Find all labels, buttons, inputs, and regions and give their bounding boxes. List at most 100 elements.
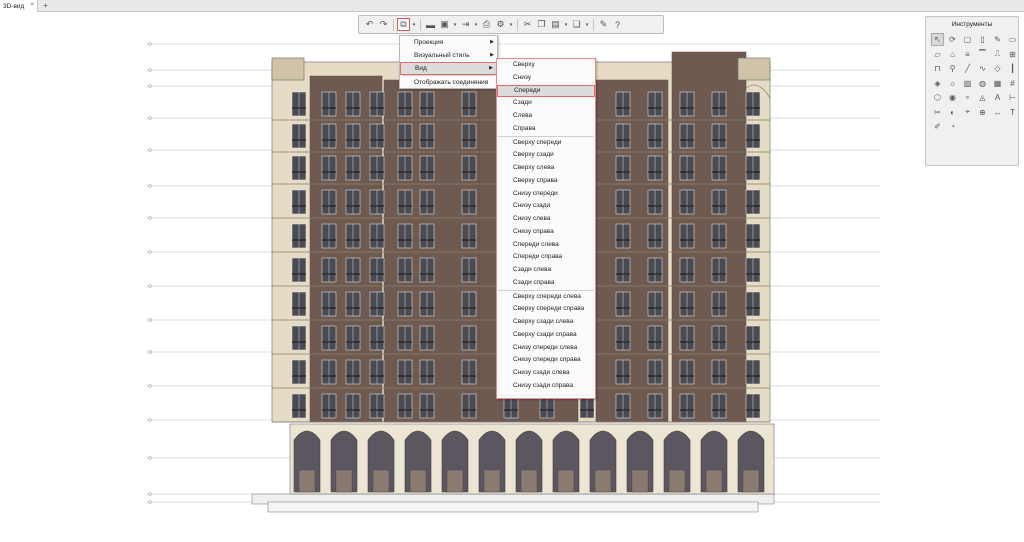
view-option[interactable]: Снизу сзади слева [497, 367, 595, 380]
dimension-icon[interactable]: ↔ [991, 106, 1004, 119]
rectangle-icon[interactable]: ▢ [961, 33, 974, 46]
view-option[interactable]: Снизу спереди справа [497, 354, 595, 367]
entrance-door [483, 469, 501, 493]
mesh-icon[interactable]: ⬡ [931, 91, 944, 104]
beam-icon[interactable]: ▔ [976, 48, 989, 61]
dropdown-arrow-icon[interactable]: ▾ [563, 18, 569, 31]
poly-icon[interactable]: ◇ [991, 62, 1004, 75]
pipe-icon[interactable]: ┃ [1006, 62, 1019, 75]
column-icon[interactable]: ▯ [976, 33, 989, 46]
ground-slab [267, 501, 759, 513]
menu-item[interactable]: Отображать соединения [400, 76, 497, 89]
view-option[interactable]: Сверху сзади справа [497, 329, 595, 342]
view-option[interactable]: Сзади справа [497, 277, 595, 290]
lamp-icon[interactable]: ☼ [946, 77, 959, 90]
object-icon[interactable]: ⚲ [946, 62, 959, 75]
table-icon[interactable]: ⊓ [931, 62, 944, 75]
detail-icon[interactable]: ⊕ [976, 106, 989, 119]
select-icon[interactable]: ↖ [931, 33, 944, 46]
view-option[interactable]: Снизу справа [497, 226, 595, 239]
add-tab-icon[interactable]: + [41, 1, 50, 10]
view-icon[interactable]: ⧉ [397, 18, 410, 31]
parapet [737, 57, 771, 81]
view-option[interactable]: Сверху спереди [497, 137, 595, 150]
view-option[interactable]: Сзади [497, 97, 595, 110]
view-option[interactable]: Снизу спереди [497, 188, 595, 201]
door-icon[interactable]: ⎍ [991, 48, 1004, 61]
stair-icon[interactable]: ≡ [961, 48, 974, 61]
view-option[interactable]: Сверху справа [497, 175, 595, 188]
elevation-icon[interactable]: ⌖ [961, 106, 974, 119]
cut-icon[interactable]: ✂ [931, 106, 944, 119]
node-icon[interactable]: ∘ [961, 91, 974, 104]
section-icon[interactable]: ◐ [946, 106, 959, 119]
dropdown-arrow-icon[interactable]: ▾ [411, 18, 417, 31]
view-option[interactable]: Сверху слева [497, 162, 595, 175]
view-option[interactable]: Сверху спереди слева [497, 291, 595, 304]
dropdown-arrow-icon[interactable]: ▾ [452, 18, 458, 31]
pen-icon[interactable]: ✐ [931, 120, 944, 133]
roof-icon[interactable]: ⌂ [946, 48, 959, 61]
wrench-icon[interactable]: ✎ [597, 18, 610, 31]
hatch-icon[interactable]: ▨ [961, 77, 974, 90]
camera-icon[interactable]: ◉ [946, 91, 959, 104]
view-option[interactable]: Снизу сзади справа [497, 380, 595, 393]
paste-icon[interactable]: ▤ [549, 18, 562, 31]
print-icon[interactable]: ⎙ [480, 18, 493, 31]
cut-icon[interactable]: ✂ [521, 18, 534, 31]
menu-item[interactable]: Визуальный стиль ▶ [400, 49, 497, 62]
text-icon[interactable]: A [991, 91, 1004, 104]
view-option[interactable]: Спереди [497, 84, 595, 98]
zone-icon[interactable]: ▦ [991, 77, 1004, 90]
redo-icon[interactable]: ↷ [377, 18, 390, 31]
view-option[interactable]: Сверху [497, 59, 595, 72]
view-option[interactable]: Спереди справа [497, 251, 595, 264]
dropdown-arrow-icon[interactable]: ▾ [473, 18, 479, 31]
measure-icon[interactable]: ⊢ [1006, 91, 1019, 104]
tab-3d-view[interactable]: 3D-вид × [0, 0, 38, 12]
help-icon[interactable]: ? [611, 18, 624, 31]
label-icon[interactable]: ◬ [976, 91, 989, 104]
shape-icon[interactable]: ◈ [931, 77, 944, 90]
pencil-icon[interactable]: ✎ [991, 33, 1004, 46]
view-option[interactable]: Снизу сзади [497, 200, 595, 213]
view-option[interactable]: Снизу слева [497, 213, 595, 226]
settings-icon[interactable]: ⚙ [494, 18, 507, 31]
dropdown-arrow-icon[interactable]: ▾ [508, 18, 514, 31]
save-icon[interactable]: ▣ [438, 18, 451, 31]
entrance-door [631, 469, 649, 493]
folder-icon[interactable]: ▬ [424, 18, 437, 31]
wall-icon[interactable]: ▭ [1006, 33, 1019, 46]
copy-icon[interactable]: ❐ [535, 18, 548, 31]
menu-item-label: Отображать соединения [414, 79, 489, 86]
view-option[interactable]: Сверху сзади [497, 149, 595, 162]
entrance-door [742, 469, 760, 493]
text-tool-icon[interactable]: T [1006, 106, 1019, 119]
layers-icon[interactable]: ❏ [570, 18, 583, 31]
entrance-door [594, 469, 612, 493]
export-icon[interactable]: ⇥ [459, 18, 472, 31]
view-option[interactable]: Снизу [497, 72, 595, 85]
view-option[interactable]: Справа [497, 123, 595, 136]
menu-item[interactable]: Проекция ▶ [400, 36, 497, 49]
dropdown-arrow-icon[interactable]: ▾ [584, 18, 590, 31]
view-option[interactable]: Сверху сзади слева [497, 316, 595, 329]
marker-icon[interactable]: ◔ [946, 120, 959, 133]
paint-icon[interactable]: ◍ [976, 77, 989, 90]
slab-icon[interactable]: ▱ [931, 48, 944, 61]
view-option[interactable]: Снизу спереди слева [497, 342, 595, 355]
window-icon[interactable]: ⊞ [1006, 48, 1019, 61]
view-option[interactable]: Слева [497, 110, 595, 123]
view-option[interactable]: Спереди слева [497, 239, 595, 252]
undo-icon[interactable]: ↶ [363, 18, 376, 31]
top-toolbar: ↶ ↷ ⧉ ▾ ▬ ▣ ▾ ⇥ ▾ ⎙ ⚙ ▾ ✂ ❐ ▤ ▾ ❏ ▾ ✎? [358, 15, 664, 34]
close-icon[interactable]: × [30, 2, 34, 8]
submenu-arrow-icon: ▶ [490, 52, 494, 58]
view-option[interactable]: Сверху спереди справа [497, 303, 595, 316]
line-icon[interactable]: ╱ [961, 62, 974, 75]
rotate-icon[interactable]: ⟳ [946, 33, 959, 46]
view-option[interactable]: Сзади слева [497, 264, 595, 277]
grid-icon[interactable]: # [1006, 77, 1019, 90]
curve-icon[interactable]: ∿ [976, 62, 989, 75]
menu-item[interactable]: Вид ▶ [400, 62, 497, 75]
